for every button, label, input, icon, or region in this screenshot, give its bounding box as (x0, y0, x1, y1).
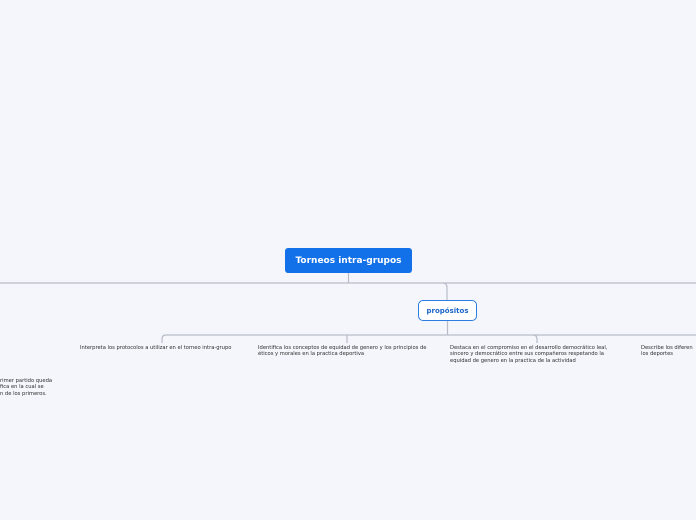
leaf-topic-deportes-line2: los deportes (641, 351, 673, 358)
root-topic-node[interactable]: Torneos intra-grupos (285, 248, 412, 273)
leaf-topic-equidad[interactable]: Identifica los conceptos de equidad de g… (258, 345, 438, 358)
leaf-topic-deportes[interactable]: Describe los diferen los deportes (641, 345, 696, 358)
connector-leaf-3 (532, 334, 538, 343)
leaf-topic-protocolos[interactable]: Interpreta los protocolos a utilizar en … (80, 345, 260, 351)
propositos-node[interactable]: propósitos (418, 300, 477, 321)
leaf-left-line3: n de los primeros. (0, 390, 47, 397)
propositos-label: propósitos (426, 306, 469, 315)
connector-to-propositos (442, 282, 448, 300)
connector-leaf-1 (161, 334, 167, 343)
leaf-topic-compromiso[interactable]: Destaca en el compromiso en el desarroll… (450, 345, 625, 364)
root-topic-label: Torneos intra-grupos (295, 255, 402, 266)
leaf-topic-left-partial[interactable]: rimer partido queda fica en la cual se n… (0, 378, 60, 397)
